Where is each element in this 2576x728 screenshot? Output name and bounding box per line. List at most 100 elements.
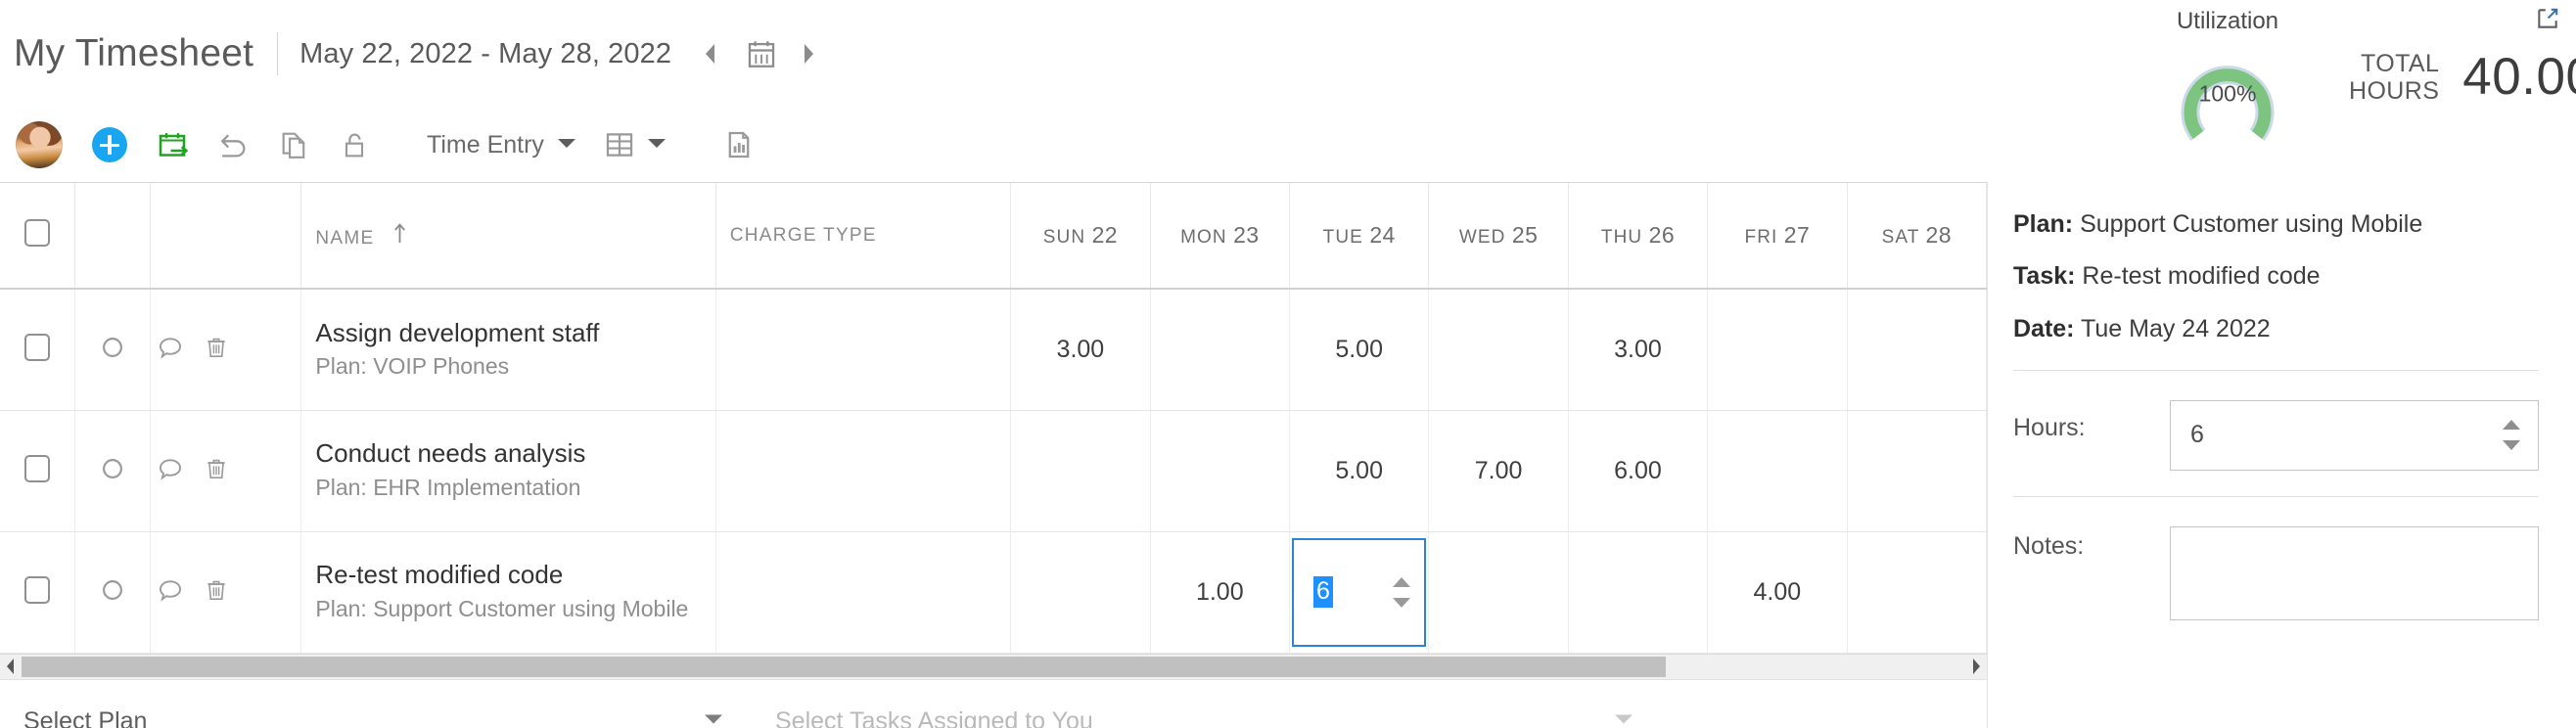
comment-button-1[interactable] [157, 455, 184, 487]
chevron-down-icon [556, 135, 577, 156]
hour-cell-0-5[interactable] [1707, 289, 1848, 411]
comment-button-2[interactable] [157, 576, 184, 609]
calendar-picker-button[interactable] [742, 34, 781, 73]
layout-chevron-down-icon[interactable] [646, 135, 667, 156]
column-header-name-text: NAME [315, 227, 375, 249]
row-name-cell-1[interactable]: Conduct needs analysis Plan: EHR Impleme… [300, 410, 716, 532]
hour-cell-2-2-active[interactable]: 6 [1289, 531, 1430, 654]
scroll-left-icon [7, 659, 14, 674]
hour-cell-1-3[interactable]: 7.00 [1428, 410, 1569, 532]
spinner-up-icon[interactable] [1391, 574, 1412, 590]
hour-cell-0-3[interactable] [1428, 289, 1569, 411]
submit-timesheet-button[interactable] [155, 127, 190, 162]
hour-cell-0-6[interactable] [1847, 289, 1988, 411]
undo-button[interactable] [217, 128, 251, 161]
row-name-cell-0[interactable]: Assign development staff Plan: VOIP Phon… [300, 289, 716, 411]
row-timer-cell-1[interactable] [74, 410, 152, 532]
row-select-cell-2[interactable] [0, 531, 76, 654]
hour-cell-1-2[interactable]: 5.00 [1289, 410, 1430, 532]
table-head: NAME CHARGE TYPE SUN 22 MON 23 TUE 24 WE… [0, 183, 1988, 290]
avatar[interactable] [16, 121, 63, 168]
header-spacer-1 [74, 183, 152, 290]
expand-button[interactable] [2535, 6, 2560, 36]
notes-input[interactable] [2170, 525, 2539, 620]
timesheet-app: My Timesheet May 22, 2022 - May 28, 2022 [0, 0, 2576, 728]
previous-week-button[interactable] [697, 37, 722, 70]
select-all-checkbox[interactable] [24, 219, 51, 247]
day-header-num-6: 28 [1925, 222, 1952, 248]
delete-button-1[interactable] [204, 455, 229, 487]
day-header-dow-2: TUE [1322, 227, 1363, 248]
layout-button[interactable] [603, 128, 636, 161]
trash-icon [207, 580, 226, 600]
hour-cell-1-6[interactable] [1847, 410, 1988, 532]
scroll-right-button[interactable] [1965, 658, 1987, 675]
hour-cell-2-5[interactable]: 4.00 [1707, 531, 1848, 654]
hours-spinner-up-icon[interactable] [2501, 417, 2522, 432]
hours-spinner-down-icon[interactable] [2501, 437, 2522, 453]
hour-cell-0-1[interactable] [1150, 289, 1290, 411]
time-entry-dropdown[interactable]: Time Entry [427, 131, 603, 159]
comment-button-0[interactable] [157, 334, 184, 366]
hour-cell-2-6[interactable] [1847, 531, 1988, 654]
spinner-down-icon[interactable] [1391, 595, 1412, 611]
row-action-icons-2 [151, 576, 300, 609]
select-all-header[interactable] [0, 183, 76, 290]
hour-cell-0-2[interactable]: 5.00 [1289, 289, 1430, 411]
hour-cell-0-4[interactable]: 3.00 [1568, 289, 1709, 411]
trash-icon [207, 459, 226, 478]
column-header-charge-type[interactable]: CHARGE TYPE [715, 183, 1012, 290]
column-header-name[interactable]: NAME [300, 183, 716, 290]
hour-cell-2-3[interactable] [1428, 531, 1569, 654]
row-checkbox-0[interactable] [24, 333, 51, 361]
row-checkbox-2[interactable] [24, 575, 51, 604]
row-name-cell-2[interactable]: Re-test modified code Plan: Support Cust… [300, 531, 716, 654]
row-select-cell-1[interactable] [0, 410, 76, 532]
bottom-selector-bar: Select Plan Select Tasks Assigned to You [0, 678, 1987, 728]
hour-cell-2-1[interactable]: 1.00 [1150, 531, 1290, 654]
hour-cell-1-1[interactable] [1150, 410, 1290, 532]
table-row: Conduct needs analysis Plan: EHR Impleme… [0, 410, 1988, 532]
comment-icon [160, 458, 182, 480]
hours-input[interactable]: 6 [2170, 399, 2539, 471]
row-timer-cell-2[interactable] [74, 531, 152, 654]
select-plan-dropdown[interactable]: Select Plan [0, 680, 754, 728]
select-plan-chevron-down-icon [703, 711, 724, 728]
copy-button[interactable] [278, 128, 311, 161]
task-plan-0: Plan: VOIP Phones [315, 353, 510, 380]
add-entry-button[interactable] [92, 127, 127, 162]
total-hours-value: 40.00 [2462, 48, 2576, 106]
row-select-cell-0[interactable] [0, 289, 76, 411]
hour-cell-1-4[interactable]: 6.00 [1568, 410, 1709, 532]
hour-cell-2-4[interactable] [1568, 531, 1709, 654]
hours-input-spinner[interactable] [2501, 417, 2522, 453]
select-task-dropdown[interactable]: Select Tasks Assigned to You [754, 680, 1664, 728]
lock-button[interactable] [339, 128, 370, 161]
delete-button-0[interactable] [204, 334, 229, 366]
toolbar: Time Entry [0, 108, 1987, 182]
scrollbar-thumb[interactable] [22, 656, 1666, 677]
delete-button-2[interactable] [204, 576, 229, 609]
next-week-button[interactable] [797, 37, 822, 70]
scrollbar-track[interactable] [22, 656, 1965, 677]
title-divider [277, 32, 279, 75]
row-charge-type-cell-0[interactable] [715, 289, 1012, 411]
hour-cell-0-0[interactable]: 3.00 [1010, 289, 1151, 411]
report-button[interactable] [722, 128, 756, 161]
day-header-num-1: 23 [1233, 222, 1260, 248]
row-charge-type-cell-1[interactable] [715, 410, 1012, 532]
row-checkbox-1[interactable] [24, 454, 51, 482]
scroll-left-button[interactable] [0, 658, 22, 675]
hour-cell-2-0[interactable] [1010, 531, 1151, 654]
hour-value-0-4: 3.00 [1614, 335, 1662, 363]
hour-editor[interactable]: 6 [1291, 537, 1427, 647]
detail-plan-label: Plan: [2013, 210, 2074, 238]
row-charge-type-cell-2[interactable] [715, 531, 1012, 654]
hour-cell-1-5[interactable] [1707, 410, 1848, 532]
row-timer-cell-0[interactable] [74, 289, 152, 411]
horizontal-scrollbar[interactable] [0, 653, 1987, 679]
hour-cell-1-0[interactable] [1010, 410, 1151, 532]
hour-editor-spinner[interactable] [1391, 574, 1412, 611]
column-header-day-1: MON 23 [1150, 183, 1290, 290]
hour-editor-value[interactable]: 6 [1312, 576, 1333, 608]
